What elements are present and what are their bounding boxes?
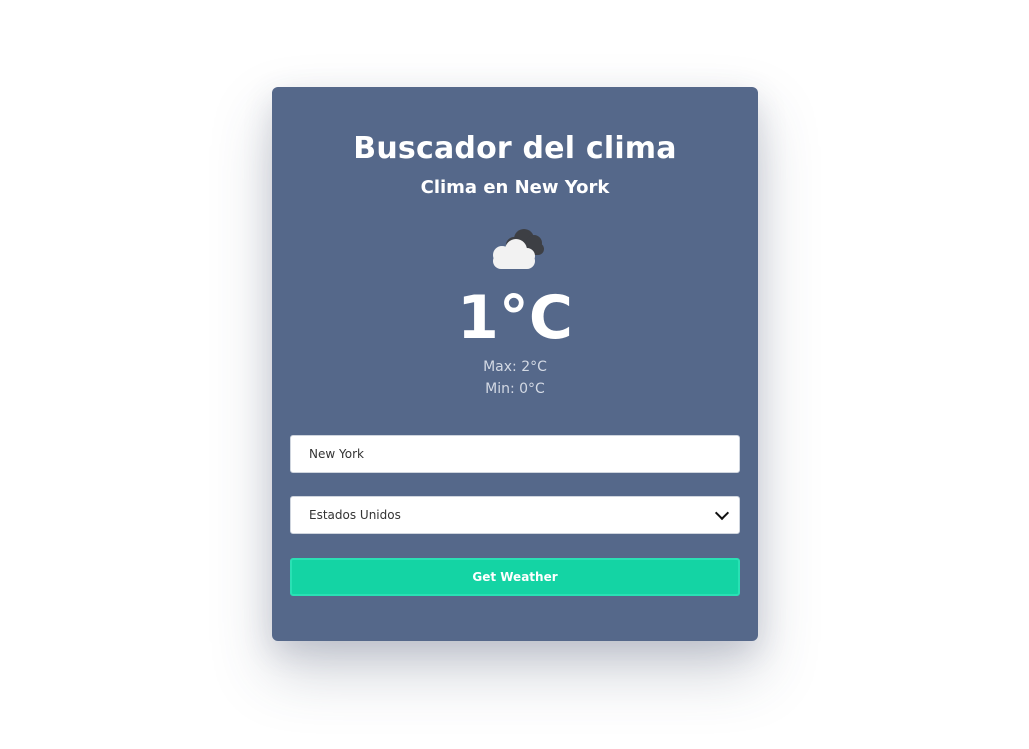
temperature-value: 1°C bbox=[457, 283, 573, 353]
country-select-value: Estados Unidos bbox=[309, 508, 401, 522]
max-temperature: Max: 2°C bbox=[483, 359, 547, 375]
country-select[interactable]: Estados Unidos bbox=[290, 496, 740, 534]
weather-card: Buscador del clima Clima en New York 1°C… bbox=[272, 87, 758, 641]
get-weather-button[interactable]: Get Weather bbox=[290, 558, 740, 596]
city-input[interactable] bbox=[290, 435, 740, 473]
cloud-icon bbox=[493, 229, 544, 269]
min-temperature: Min: 0°C bbox=[485, 381, 545, 397]
location-subtitle: Clima en New York bbox=[420, 177, 610, 198]
chevron-down-icon bbox=[714, 505, 730, 520]
page-title: Buscador del clima bbox=[353, 131, 677, 166]
